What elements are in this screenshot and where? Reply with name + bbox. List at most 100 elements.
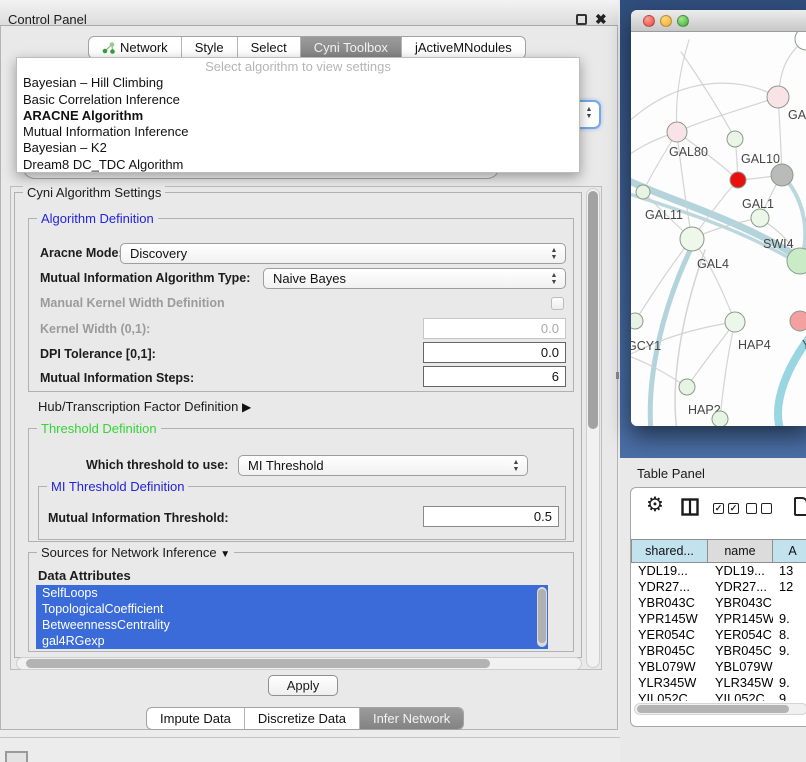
mac-close-button[interactable] <box>643 15 655 27</box>
collapsed-panel-icon[interactable] <box>5 751 28 762</box>
settings-hscrollbar-thumb[interactable] <box>26 659 490 668</box>
table-row[interactable]: YBR043CYBR043C <box>631 595 806 611</box>
table-cell: YDR27... <box>708 579 773 595</box>
data-attributes-label: Data Attributes <box>38 568 131 583</box>
table-cell <box>773 659 806 675</box>
network-node-hap2[interactable] <box>679 379 695 395</box>
node-label: GCY1 <box>631 339 661 353</box>
table-row[interactable]: YDL19...YDL19...13 <box>631 563 806 579</box>
dpi-tolerance-label: DPI Tolerance [0,1]: <box>40 347 156 361</box>
data-attributes-list[interactable]: SelfLoopsTopologicalCoefficientBetweenne… <box>36 585 548 649</box>
table-cell: YPR145W <box>631 611 708 627</box>
tab-style[interactable]: Style <box>182 37 238 58</box>
apply-button[interactable]: Apply <box>268 675 338 696</box>
sources-group-title[interactable]: Sources for Network Inference ▼ <box>37 545 234 560</box>
algorithm-option-aracne-algorithm[interactable]: ARACNE Algorithm <box>17 108 579 124</box>
table-cell: YLR345W <box>708 675 773 691</box>
network-edge[interactable] <box>631 83 778 127</box>
network-node-gal80[interactable] <box>667 122 687 142</box>
dpi-tolerance-input[interactable]: 0.0 <box>423 342 566 363</box>
network-node-gcy1[interactable] <box>631 313 643 329</box>
tab-infer-network[interactable]: Infer Network <box>360 708 463 729</box>
network-node-hap4[interactable] <box>725 312 745 332</box>
document-icon[interactable] <box>794 497 806 516</box>
hub-definition-expander[interactable]: Hub/Transcription Factor Definition ▶ <box>38 399 251 414</box>
network-window-titlebar[interactable] <box>631 10 806 32</box>
float-window-button[interactable] <box>576 14 587 25</box>
mi-steps-input[interactable]: 6 <box>423 366 566 387</box>
node-label: GAL <box>788 108 806 122</box>
network-node[interactable] <box>730 172 746 188</box>
tab-impute-data[interactable]: Impute Data <box>147 708 245 729</box>
panel-divider-grip[interactable] <box>616 372 619 379</box>
network-edge[interactable] <box>720 322 735 419</box>
network-node[interactable] <box>771 164 793 186</box>
column-header-a[interactable]: A <box>773 539 806 563</box>
table-cell: 9. <box>773 611 806 627</box>
column-header-name[interactable]: name <box>708 539 773 563</box>
network-edge[interactable] <box>650 244 693 426</box>
close-panel-button[interactable]: ✖ <box>595 11 607 28</box>
node-label: GAL10 <box>741 152 780 166</box>
attribute-item-betweennesscentrality[interactable]: BetweennessCentrality <box>36 617 548 633</box>
control-panel-tabbar: Network Style SelectCyni ToolboxjActiveMNo… <box>88 36 526 59</box>
table-row[interactable]: YIL052CYIL052C9. <box>631 691 806 701</box>
table-row[interactable]: YLR345WYLR345W9. <box>631 675 806 691</box>
network-node-gal1[interactable] <box>751 209 769 227</box>
table-row[interactable]: YDR27...YDR27...12 <box>631 579 806 595</box>
tab-network[interactable]: Network <box>89 37 182 58</box>
which-threshold-combo[interactable]: MI Threshold▲▼ <box>238 455 528 476</box>
column-header-shared[interactable]: shared... <box>631 539 708 563</box>
mac-minimize-button[interactable] <box>660 15 672 27</box>
network-node-y[interactable] <box>790 311 806 331</box>
table-cell: 9. <box>773 691 806 701</box>
tab-select[interactable]: Select <box>238 37 301 58</box>
table-cell: YER054C <box>708 627 773 643</box>
network-node-gal11[interactable] <box>636 185 650 199</box>
table-row[interactable]: YBR045CYBR045C9. <box>631 643 806 659</box>
network-node-gal10[interactable] <box>727 131 743 147</box>
attribute-item-gal4rgexp[interactable]: gal4RGexp <box>36 633 548 649</box>
tab-discretize-data[interactable]: Discretize Data <box>245 708 360 729</box>
network-edge[interactable] <box>681 52 735 139</box>
select-all-checkbox-icon[interactable]: ✓ <box>728 503 739 514</box>
tab-cyni-toolbox[interactable]: Cyni Toolbox <box>301 37 402 58</box>
node-table[interactable]: shared...nameAYDL19...YDL19...13YDR27...… <box>631 539 806 701</box>
unselect-all-checkbox-icon[interactable] <box>746 503 757 514</box>
unselect-all-checkbox-icon[interactable] <box>761 503 772 514</box>
table-row[interactable]: YER054CYER054C8. <box>631 627 806 643</box>
aracne-mode-combo[interactable]: Discovery▲▼ <box>120 243 566 264</box>
algorithm-definition-title: Algorithm Definition <box>37 211 158 226</box>
algorithm-option-bayesian-k2[interactable]: Bayesian – K2 <box>17 140 579 156</box>
network-graph: GALGAL80GAL10GAL1GAL11GAL4SWI4GCY1HAP4YH… <box>631 32 806 426</box>
attributes-scrollbar-thumb[interactable] <box>538 589 546 643</box>
table-hscrollbar-thumb[interactable] <box>637 705 789 713</box>
network-edge[interactable] <box>692 239 735 322</box>
mac-zoom-button[interactable] <box>677 15 689 27</box>
network-canvas[interactable]: GALGAL80GAL10GAL1GAL11GAL4SWI4GCY1HAP4YH… <box>631 32 806 426</box>
tab-jactivemnodules[interactable]: jActiveMNodules <box>402 37 525 58</box>
manual-kernel-width-checkbox[interactable] <box>551 297 564 310</box>
network-node-gal4[interactable] <box>680 227 704 251</box>
network-edge[interactable] <box>677 97 778 132</box>
kernel-width-input[interactable]: 0.0 <box>423 318 566 339</box>
mi-threshold-input[interactable]: 0.5 <box>423 506 559 527</box>
attribute-item-topologicalcoefficient[interactable]: TopologicalCoefficient <box>36 601 548 617</box>
select-all-checkbox-icon[interactable]: ✓ <box>713 503 724 514</box>
attribute-item-selfloops[interactable]: SelfLoops <box>36 585 548 601</box>
tab-label: Style <box>195 40 224 55</box>
algorithm-option-bayesian-hill-climbing[interactable]: Bayesian – Hill Climbing <box>17 75 579 91</box>
network-node[interactable] <box>712 411 728 426</box>
algorithm-option-mutual-information-inference[interactable]: Mutual Information Inference <box>17 124 579 140</box>
algorithm-option-basic-correlation-inference[interactable]: Basic Correlation Inference <box>17 92 579 108</box>
table-row[interactable]: YBL079WYBL079W <box>631 659 806 675</box>
settings-vscrollbar-thumb[interactable] <box>588 191 598 429</box>
table-row[interactable]: YPR145WYPR145W9. <box>631 611 806 627</box>
columns-icon[interactable] <box>681 498 699 516</box>
algorithm-option-dream8-dc-tdc-algorithm[interactable]: Dream8 DC_TDC Algorithm <box>17 157 579 173</box>
network-edge[interactable] <box>687 322 735 387</box>
mi-algorithm-type-combo[interactable]: Naive Bayes▲▼ <box>263 268 566 289</box>
network-node-gal[interactable] <box>767 86 789 108</box>
network-edge[interactable] <box>635 239 692 321</box>
gear-icon[interactable]: ⚙ <box>646 492 664 517</box>
